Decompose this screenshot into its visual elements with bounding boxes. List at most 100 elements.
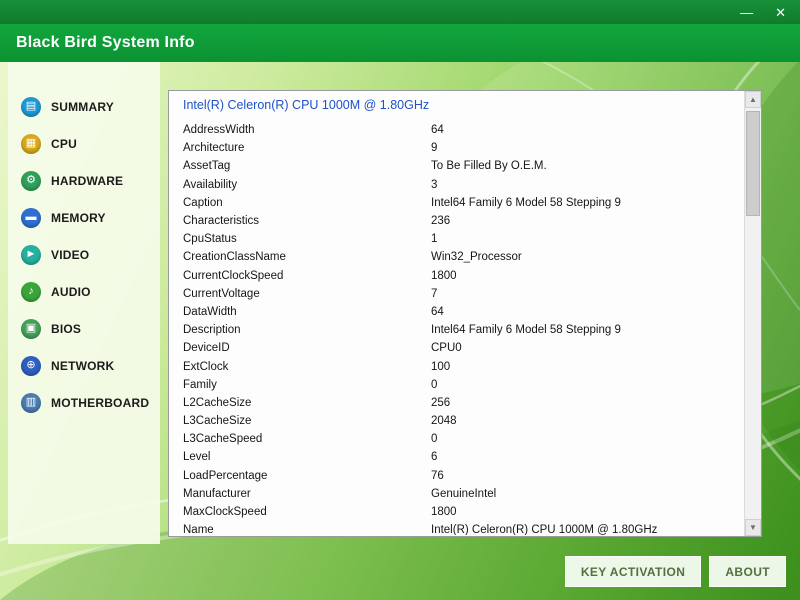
property-row: CpuStatus 1 [169, 230, 744, 248]
sidebar-item-hardware[interactable]: ⚙ HARDWARE [8, 170, 160, 191]
property-name: AssetTag [183, 160, 431, 172]
sidebar-item-label: HARDWARE [51, 174, 123, 188]
property-value: 100 [431, 361, 450, 373]
sidebar-item-cpu[interactable]: ▦ CPU [8, 133, 160, 154]
sidebar-item-label: CPU [51, 137, 77, 151]
window-strip: — ✕ [0, 0, 800, 24]
property-row: Description Intel64 Family 6 Model 58 St… [169, 321, 744, 339]
property-name: L3CacheSpeed [183, 433, 431, 445]
sidebar-item-label: AUDIO [51, 285, 91, 299]
property-name: Characteristics [183, 215, 431, 227]
property-row: Name Intel(R) Celeron(R) CPU 1000M @ 1.8… [169, 521, 744, 535]
property-name: CpuStatus [183, 233, 431, 245]
property-name: Family [183, 379, 431, 391]
property-value: 6 [431, 451, 437, 463]
content-panel: Intel(R) Celeron(R) CPU 1000M @ 1.80GHz … [168, 90, 762, 537]
sidebar-item-memory[interactable]: ▬ MEMORY [8, 207, 160, 228]
about-button[interactable]: ABOUT [709, 556, 786, 587]
property-name: MaxClockSpeed [183, 506, 431, 518]
property-name: LoadPercentage [183, 470, 431, 482]
property-row: L3CacheSize 2048 [169, 412, 744, 430]
scroll-down-icon[interactable]: ▼ [745, 519, 761, 536]
property-value: 2048 [431, 415, 457, 427]
hardware-icon: ⚙ [21, 171, 41, 191]
property-row: CurrentClockSpeed 1800 [169, 267, 744, 285]
property-value: 3 [431, 179, 437, 191]
minimize-button[interactable]: — [740, 6, 753, 19]
sidebar-item-label: MOTHERBOARD [51, 396, 149, 410]
property-name: Manufacturer [183, 488, 431, 500]
app-window: { "window": { "title": "Black Bird Syste… [0, 0, 800, 600]
video-icon: ► [21, 245, 41, 265]
property-row: AddressWidth 64 [169, 121, 744, 139]
sidebar-item-label: VIDEO [51, 248, 89, 262]
property-row: L2CacheSize 256 [169, 394, 744, 412]
property-value: 0 [431, 379, 437, 391]
property-row: Family 0 [169, 376, 744, 394]
property-row: DataWidth 64 [169, 303, 744, 321]
cpu-header: Intel(R) Celeron(R) CPU 1000M @ 1.80GHz [183, 98, 737, 112]
property-name: DeviceID [183, 342, 431, 354]
title-bar: Black Bird System Info [0, 24, 800, 62]
summary-icon: ▤ [21, 97, 41, 117]
property-row: MaxClockSpeed 1800 [169, 503, 744, 521]
sidebar-item-label: MEMORY [51, 211, 106, 225]
scroll-up-icon[interactable]: ▲ [745, 91, 761, 108]
property-name: Name [183, 524, 431, 535]
property-value: Intel64 Family 6 Model 58 Stepping 9 [431, 324, 621, 336]
scrollbar-thumb[interactable] [746, 111, 760, 216]
key-activation-button[interactable]: KEY ACTIVATION [565, 556, 702, 587]
network-icon: ⊕ [21, 356, 41, 376]
app-title: Black Bird System Info [16, 34, 195, 52]
property-value: Intel64 Family 6 Model 58 Stepping 9 [431, 197, 621, 209]
sidebar-item-bios[interactable]: ▣ BIOS [8, 318, 160, 339]
property-list: AddressWidth 64 Architecture 9 AssetTag … [169, 121, 744, 535]
close-button[interactable]: ✕ [775, 6, 786, 19]
property-row: Architecture 9 [169, 139, 744, 157]
footer-actions: KEY ACTIVATION ABOUT [565, 556, 786, 587]
property-row: ExtClock 100 [169, 357, 744, 375]
property-name: Description [183, 324, 431, 336]
sidebar-item-label: BIOS [51, 322, 81, 336]
sidebar-item-summary[interactable]: ▤ SUMMARY [8, 96, 160, 117]
sidebar-item-label: NETWORK [51, 359, 114, 373]
property-name: CreationClassName [183, 251, 431, 263]
property-value: GenuineIntel [431, 488, 496, 500]
sidebar-item-network[interactable]: ⊕ NETWORK [8, 355, 160, 376]
motherboard-icon: ▥ [21, 393, 41, 413]
property-value: 64 [431, 306, 444, 318]
property-value: Win32_Processor [431, 251, 522, 263]
property-value: 1800 [431, 506, 457, 518]
property-name: L2CacheSize [183, 397, 431, 409]
property-name: ExtClock [183, 361, 431, 373]
sidebar-item-motherboard[interactable]: ▥ MOTHERBOARD [8, 392, 160, 413]
property-value: 9 [431, 142, 437, 154]
property-name: Availability [183, 179, 431, 191]
sidebar: ▤ SUMMARY ▦ CPU ⚙ HARDWARE ▬ MEMORY ► VI… [8, 62, 160, 544]
sidebar-item-label: SUMMARY [51, 100, 114, 114]
sidebar-item-audio[interactable]: ♪ AUDIO [8, 281, 160, 302]
bios-icon: ▣ [21, 319, 41, 339]
property-value: 256 [431, 397, 450, 409]
property-row: CurrentVoltage 7 [169, 285, 744, 303]
property-value: 236 [431, 215, 450, 227]
property-row: LoadPercentage 76 [169, 467, 744, 485]
property-value: 1 [431, 233, 437, 245]
property-row: CreationClassName Win32_Processor [169, 248, 744, 266]
property-value: Intel(R) Celeron(R) CPU 1000M @ 1.80GHz [431, 524, 657, 535]
property-row: Manufacturer GenuineIntel [169, 485, 744, 503]
property-value: 76 [431, 470, 444, 482]
sidebar-item-video[interactable]: ► VIDEO [8, 244, 160, 265]
property-name: L3CacheSize [183, 415, 431, 427]
property-value: CPU0 [431, 342, 462, 354]
property-value: 64 [431, 124, 444, 136]
cpu-icon: ▦ [21, 134, 41, 154]
property-row: DeviceID CPU0 [169, 339, 744, 357]
property-value: 1800 [431, 270, 457, 282]
vertical-scrollbar[interactable]: ▲ ▼ [744, 91, 761, 536]
property-row: Caption Intel64 Family 6 Model 58 Steppi… [169, 194, 744, 212]
property-value: 7 [431, 288, 437, 300]
property-value: 0 [431, 433, 437, 445]
property-value: To Be Filled By O.E.M. [431, 160, 547, 172]
property-row: AssetTag To Be Filled By O.E.M. [169, 157, 744, 175]
